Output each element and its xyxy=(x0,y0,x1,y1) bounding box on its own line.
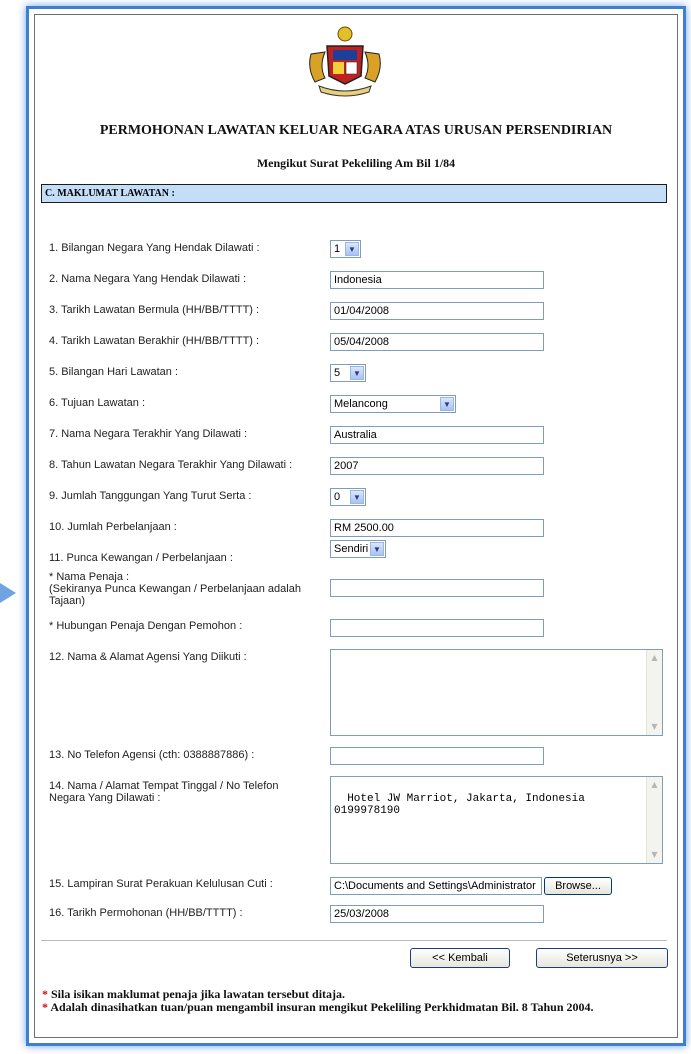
tahun-lawatan-input[interactable]: 2007 xyxy=(330,457,544,475)
tarikh-permohonan-input[interactable]: 25/03/2008 xyxy=(330,905,544,923)
label-alamat-line2: Negara Yang Dilawati : xyxy=(49,792,161,804)
label-tarikh-berakhir: 4. Tarikh Lawatan Berakhir (HH/BB/TTTT) … xyxy=(49,335,260,347)
label-tarikh-permohonan: 16. Tarikh Permohonan (HH/BB/TTTT) : xyxy=(49,907,243,919)
coat-of-arms-icon xyxy=(309,26,381,97)
chevron-down-icon[interactable]: ▼ xyxy=(370,542,384,556)
bilangan-negara-value: 1 xyxy=(334,243,341,255)
nama-agensi-textarea[interactable]: ▲ ▼ xyxy=(330,649,663,736)
hubungan-penaja-input[interactable] xyxy=(330,619,544,637)
jumlah-tanggungan-select[interactable]: 0 ▼ xyxy=(330,488,366,506)
label-nama-negara: 2. Nama Negara Yang Hendak Dilawati : xyxy=(49,273,247,285)
nama-negara-input[interactable]: Indonesia xyxy=(330,271,544,289)
page-title: PERMOHONAN LAWATAN KELUAR NEGARA ATAS UR… xyxy=(99,123,613,138)
scroll-down-icon[interactable]: ▼ xyxy=(648,720,661,734)
label-lampiran: 15. Lampiran Surat Perakuan Kelulusan Cu… xyxy=(49,878,273,890)
divider xyxy=(41,940,667,941)
tarikh-bermula-input[interactable]: 01/04/2008 xyxy=(330,302,544,320)
label-tujuan-lawatan: 6. Tujuan Lawatan : xyxy=(49,397,146,409)
negara-terakhir-input[interactable]: Australia xyxy=(330,426,544,444)
label-nama-penaja-line2: (Sekiranya Punca Kewangan / Perbelanjaan… xyxy=(49,583,301,595)
scrollbar[interactable]: ▲ ▼ xyxy=(646,777,662,863)
bilangan-negara-select[interactable]: 1 ▼ xyxy=(330,240,361,258)
nama-penaja-input[interactable] xyxy=(330,579,544,597)
scroll-up-icon[interactable]: ▲ xyxy=(648,778,661,792)
kembali-button[interactable]: << Kembali xyxy=(410,948,510,968)
label-nama-agensi: 12. Nama & Alamat Agensi Yang Diikuti : xyxy=(49,651,247,663)
note-insuran-text: Adalah dinasihatkan tuan/puan mengambil … xyxy=(50,1000,594,1014)
scroll-down-icon[interactable]: ▼ xyxy=(648,848,661,862)
chevron-down-icon[interactable]: ▼ xyxy=(345,242,359,256)
chevron-down-icon[interactable]: ▼ xyxy=(440,397,454,411)
tarikh-berakhir-input[interactable]: 05/04/2008 xyxy=(330,333,544,351)
punca-kewangan-value: Sendiri xyxy=(334,543,369,555)
browse-button[interactable]: Browse... xyxy=(544,877,612,895)
chevron-down-icon[interactable]: ▼ xyxy=(350,490,364,504)
seterusnya-button[interactable]: Seterusnya >> xyxy=(536,948,668,968)
label-alamat-tinggal: 14. Nama / Alamat Tempat Tinggal / No Te… xyxy=(49,780,279,804)
scrollbar[interactable]: ▲ ▼ xyxy=(646,650,662,735)
bilangan-hari-select[interactable]: 5 ▼ xyxy=(330,364,366,382)
arrow-pointer-icon xyxy=(0,583,16,603)
scroll-up-icon[interactable]: ▲ xyxy=(648,651,661,665)
label-nama-penaja-line1: * Nama Penaja : xyxy=(49,571,130,583)
page-subtitle: Mengikut Surat Pekeliling Am Bil 1/84 xyxy=(256,156,456,170)
chevron-down-icon[interactable]: ▼ xyxy=(350,366,364,380)
label-jumlah-tanggungan: 9. Jumlah Tanggungan Yang Turut Serta : xyxy=(49,490,252,502)
tujuan-lawatan-value: Melancong xyxy=(334,398,388,410)
label-tarikh-bermula: 3. Tarikh Lawatan Bermula (HH/BB/TTTT) : xyxy=(49,304,260,316)
label-bilangan-hari: 5. Bilangan Hari Lawatan : xyxy=(49,366,179,378)
label-negara-terakhir: 7. Nama Negara Terakhir Yang Dilawati : xyxy=(49,428,248,440)
label-telefon-agensi: 13. No Telefon Agensi (cth: 0388887886) … xyxy=(49,749,255,761)
label-bilangan-negara: 1. Bilangan Negara Yang Hendak Dilawati … xyxy=(49,242,260,254)
label-jumlah-perbelanjaan: 10. Jumlah Perbelanjaan : xyxy=(49,521,177,533)
label-alamat-line1: 14. Nama / Alamat Tempat Tinggal / No Te… xyxy=(49,780,279,792)
note-penaja-text: Sila isikan maklumat penaja jika lawatan… xyxy=(51,987,346,1001)
jumlah-tanggungan-value: 0 xyxy=(334,491,341,503)
alamat-tinggal-textarea[interactable]: Hotel JW Marriot, Jakarta, Indonesia 019… xyxy=(330,776,663,864)
lampiran-file-input[interactable]: C:\Documents and Settings\Administrator xyxy=(330,877,542,895)
punca-kewangan-select[interactable]: Sendiri ▼ xyxy=(330,540,386,558)
asterisk: * xyxy=(42,1000,48,1014)
label-punca-kewangan: 11. Punca Kewangan / Perbelanjaan : xyxy=(49,552,233,564)
label-nama-penaja: * Nama Penaja : (Sekiranya Punca Kewanga… xyxy=(49,571,301,607)
jumlah-perbelanjaan-input[interactable]: RM 2500.00 xyxy=(330,519,544,537)
label-hubungan-penaja: * Hubungan Penaja Dengan Pemohon : xyxy=(49,620,243,632)
alamat-tinggal-value: Hotel JW Marriot, Jakarta, Indonesia 019… xyxy=(334,793,585,817)
label-tahun-lawatan: 8. Tahun Lawatan Negara Terakhir Yang Di… xyxy=(49,459,293,471)
telefon-agensi-input[interactable] xyxy=(330,747,544,765)
asterisk: * xyxy=(42,987,48,1001)
bilangan-hari-value: 5 xyxy=(334,367,341,379)
section-heading: C. MAKLUMAT LAWATAN : xyxy=(41,184,667,203)
note-insuran: * Adalah dinasihatkan tuan/puan mengambi… xyxy=(42,1000,594,1015)
tujuan-lawatan-select[interactable]: Melancong ▼ xyxy=(330,395,456,413)
label-nama-penaja-line3: Tajaan) xyxy=(49,595,86,607)
